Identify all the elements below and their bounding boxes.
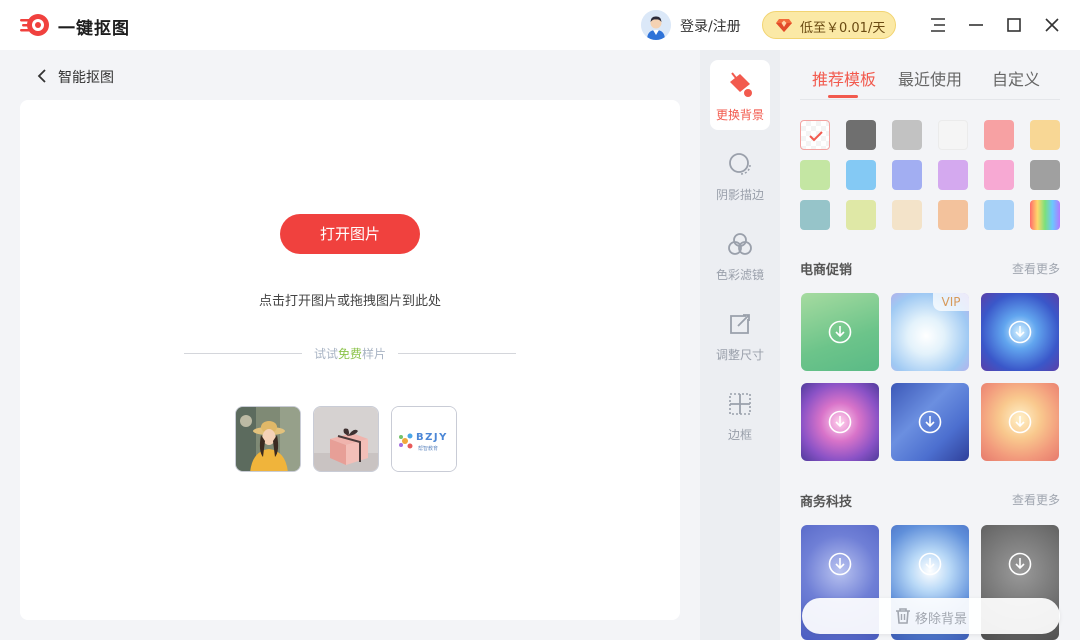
tab-custom[interactable]: 自定义 [992,66,1040,90]
tool-resize[interactable]: 调整尺寸 [710,300,770,370]
template-thumbnail[interactable] [891,383,969,461]
maximize-icon [1007,18,1021,32]
template-thumbnail[interactable] [981,293,1059,371]
tabs-divider [800,99,1060,100]
swatch-color[interactable] [1030,120,1060,150]
download-icon [828,552,852,576]
vip-price-text: 低至￥0.01/天 [800,21,886,36]
swatch-color[interactable] [938,160,968,190]
remove-background-button[interactable]: 移除背景 [802,598,1060,634]
tool-strip: 更换背景 阴影描边 色彩滤镜 调整尺寸 边框 [700,50,780,640]
paint-bucket-icon [730,72,752,97]
template-thumbnail[interactable] [801,293,879,371]
active-tab-indicator [828,95,858,98]
swatch-transparent[interactable] [800,120,830,150]
sample-image-woman[interactable] [235,406,301,472]
swatch-color[interactable] [892,120,922,150]
swatch-color[interactable] [984,200,1014,230]
download-icon [828,410,852,434]
see-more-ecommerce[interactable]: 查看更多 [1012,260,1060,277]
sample-logo-sub: 帮智教育 [418,445,438,452]
shadow-outline-icon [729,153,751,175]
app-logo-icon [20,14,49,36]
swatch-color[interactable] [938,120,968,150]
hamburger-icon [931,18,945,32]
swatch-color[interactable] [984,120,1014,150]
remove-background-label: 移除背景 [915,612,968,627]
tool-color-filter[interactable]: 色彩滤镜 [710,220,770,290]
chevron-left-icon [37,69,46,83]
template-thumbnail[interactable]: VIP [891,293,969,371]
vip-price-button[interactable]: 低至￥0.01/天 [762,11,896,39]
swatch-color[interactable] [892,200,922,230]
color-filter-icon [728,233,752,255]
close-icon [1045,18,1059,32]
diamond-icon [776,19,792,32]
vip-badge: VIP [933,293,969,311]
menu-button[interactable] [926,13,950,37]
login-link[interactable]: 登录/注册 [680,16,741,36]
download-icon [1008,552,1032,576]
tab-recent[interactable]: 最近使用 [898,66,962,90]
tool-label: 阴影描边 [715,188,764,202]
drop-hint: 点击打开图片或拖拽图片到此处 [258,294,441,309]
template-thumbnail[interactable] [801,383,879,461]
sample-image-gift-box[interactable] [313,406,379,472]
title-bar: 一键抠图 登录/注册 低至￥0.01/天 [0,0,1080,50]
download-icon [1008,410,1032,434]
close-button[interactable] [1040,13,1064,37]
tool-change-background[interactable]: 更换背景 [710,60,770,130]
app-title: 一键抠图 [58,19,130,39]
open-image-button[interactable]: 打开图片 [280,214,420,254]
swatch-color[interactable] [800,200,830,230]
tool-label: 色彩滤镜 [715,268,764,282]
sample-logo-text: BZJY [416,432,448,443]
swatch-color[interactable] [846,120,876,150]
swatch-color[interactable] [846,160,876,190]
minimize-button[interactable] [964,13,988,37]
swatch-color[interactable] [1030,160,1060,190]
tool-label: 边框 [727,428,752,442]
page-title: 智能抠图 [58,70,114,86]
avatar[interactable] [641,10,671,40]
tool-border[interactable]: 边框 [710,380,770,450]
checkmark-icon [809,131,823,142]
minimize-icon [969,24,983,26]
template-panel: 推荐模板 最近使用 自定义 电商促销 查看更多 VIP 商务科技 查看更多 移除… [780,50,1080,640]
tool-label: 调整尺寸 [715,348,764,362]
swatch-color[interactable] [938,200,968,230]
tool-shadow-outline[interactable]: 阴影描边 [710,140,770,210]
download-icon [828,320,852,344]
tab-recommended[interactable]: 推荐模板 [812,66,876,90]
download-icon [918,552,942,576]
resize-icon [730,314,750,334]
download-icon [918,410,942,434]
swatch-color[interactable] [846,200,876,230]
tool-label: 更换背景 [715,108,764,122]
free-samples-label: 试试免费样片 [313,347,387,361]
download-icon [1008,320,1032,344]
section-title-business-tech: 商务科技 [800,495,853,510]
swatch-color[interactable] [984,160,1014,190]
image-drop-area[interactable]: 打开图片 点击打开图片或拖拽图片到此处 试试免费样片 BZJY 帮智教育 [20,100,680,620]
swatch-color[interactable] [800,160,830,190]
trash-icon [896,608,910,624]
see-more-business-tech[interactable]: 查看更多 [1012,491,1060,508]
template-thumbnail[interactable] [981,383,1059,461]
border-icon [729,393,751,415]
sample-image-logo[interactable]: BZJY 帮智教育 [391,406,457,472]
swatch-color[interactable] [892,160,922,190]
maximize-button[interactable] [1002,13,1026,37]
swatch-rainbow[interactable] [1030,200,1060,230]
section-title-ecommerce: 电商促销 [800,263,853,278]
user-avatar-icon [641,10,671,40]
